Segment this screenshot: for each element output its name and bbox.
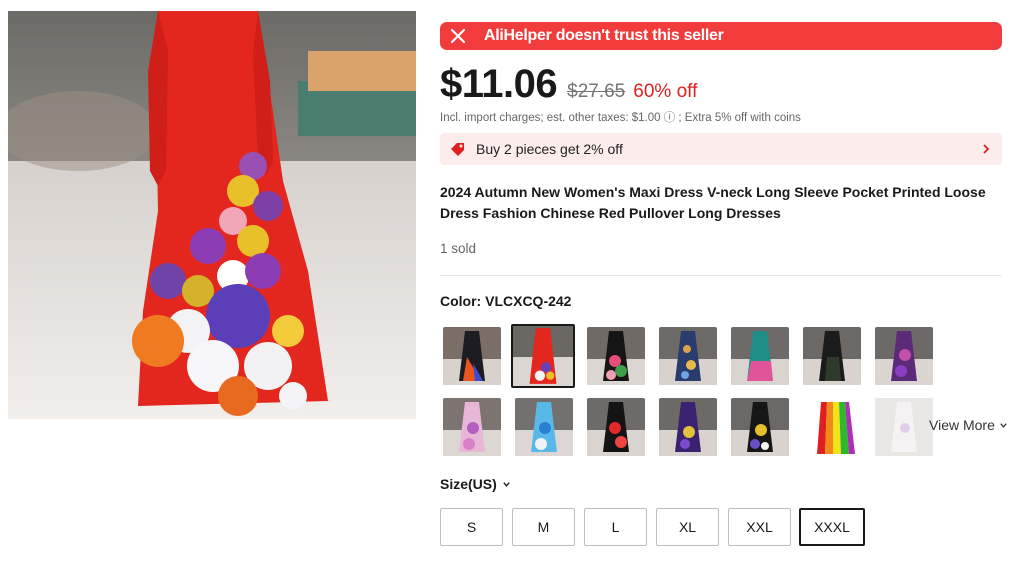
color-swatch[interactable] — [587, 398, 645, 456]
color-label: Color: VLCXCQ-242 — [440, 293, 572, 309]
seller-warning-banner: AliHelper doesn't trust this seller — [440, 22, 1002, 50]
promo-text: Buy 2 pieces get 2% off — [476, 141, 623, 157]
color-swatch[interactable] — [803, 327, 861, 385]
color-swatch[interactable] — [659, 327, 717, 385]
color-swatch[interactable] — [731, 398, 789, 456]
color-swatch[interactable] — [875, 398, 933, 456]
size-option-m[interactable]: M — [512, 508, 575, 546]
color-swatch[interactable] — [443, 327, 501, 385]
divider — [440, 275, 1002, 276]
size-option-xxxl[interactable]: XXXL — [799, 508, 865, 546]
view-more-link[interactable]: View More — [929, 417, 1008, 433]
product-title: 2024 Autumn New Women's Maxi Dress V-nec… — [440, 184, 986, 221]
original-price: $27.65 — [567, 81, 626, 102]
current-price: $11.06 — [440, 62, 558, 106]
discount-badge: 60% off — [633, 81, 698, 102]
color-swatch[interactable] — [443, 398, 501, 456]
chevron-down-icon — [1000, 422, 1007, 428]
chevron-right-icon — [983, 144, 990, 154]
color-swatch[interactable] — [515, 398, 573, 456]
size-option-l[interactable]: L — [584, 508, 647, 546]
close-icon[interactable] — [450, 28, 466, 44]
color-swatch[interactable] — [659, 398, 717, 456]
sold-count: 1 sold — [440, 241, 477, 256]
size-option-s[interactable]: S — [440, 508, 503, 546]
main-product-image[interactable] — [8, 11, 416, 419]
size-option-xxl[interactable]: XXL — [728, 508, 791, 546]
color-swatch[interactable] — [731, 327, 789, 385]
color-swatch[interactable] — [587, 327, 645, 385]
seller-warning-text: AliHelper doesn't trust this seller — [484, 27, 724, 44]
tag-icon — [451, 143, 464, 156]
view-more-label: View More — [929, 417, 995, 433]
color-swatch[interactable] — [803, 398, 861, 456]
promo-banner[interactable]: Buy 2 pieces get 2% off — [440, 133, 1002, 165]
size-option-xl[interactable]: XL — [656, 508, 719, 546]
chevron-down-icon — [503, 481, 510, 487]
tax-note: Incl. import charges; est. other taxes: … — [440, 112, 801, 124]
price-row: $11.06 $27.65 60% off — [440, 62, 697, 107]
color-swatch-selected[interactable] — [511, 324, 575, 388]
size-label-text: Size(US) — [440, 476, 497, 492]
size-label[interactable]: Size(US) — [440, 476, 511, 492]
color-swatch[interactable] — [875, 327, 933, 385]
